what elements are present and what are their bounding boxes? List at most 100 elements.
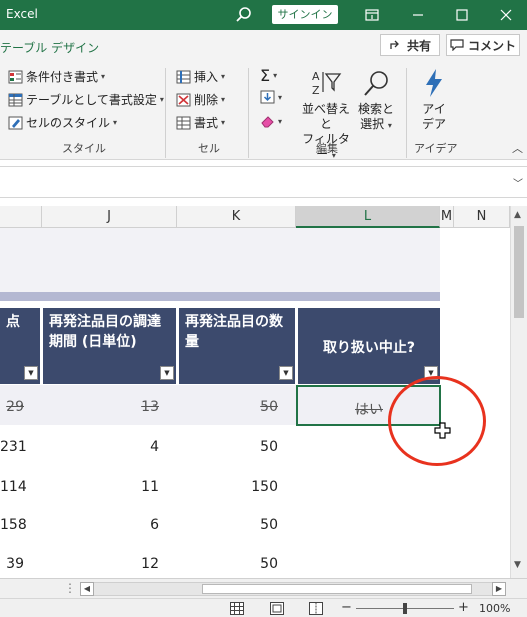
share-label: 共有 — [406, 38, 431, 53]
column-header-j[interactable]: J — [42, 206, 177, 228]
column-header-l[interactable]: L — [296, 206, 440, 228]
app-title: Excel — [6, 7, 38, 21]
table-cell[interactable]: 231 — [0, 439, 27, 455]
lightning-icon — [426, 69, 442, 97]
comment-button[interactable]: コメント — [446, 34, 520, 56]
tab-table-design[interactable]: テーブル デザイン — [0, 39, 99, 56]
ribbon: テーブル デザイン 共有 コメント 条件付き書式 ▾ テーブルとして書式設定 ▾ セ… — [0, 30, 527, 161]
table-cell[interactable]: 114 — [0, 479, 27, 495]
collapse-ribbon-icon[interactable]: ︿ — [512, 140, 523, 156]
page-layout-view-icon[interactable] — [270, 602, 284, 615]
cell-styles-button[interactable]: セルのスタイル ▾ — [8, 114, 117, 131]
column-header-m[interactable]: M — [440, 206, 454, 228]
formula-bar[interactable]: ﹀ — [0, 166, 527, 198]
delete-button[interactable]: 削除 ▾ — [176, 91, 225, 108]
group-separator — [248, 68, 249, 158]
filter-dropdown-icon[interactable]: ▼ — [160, 366, 174, 380]
cells-group-label: セル — [198, 142, 220, 155]
comment-icon — [450, 39, 464, 51]
svg-text:A: A — [312, 70, 320, 83]
filter-dropdown-icon[interactable]: ▼ — [279, 366, 293, 380]
table-cell[interactable]: 50 — [179, 556, 278, 572]
sheet-tab-more-icon[interactable]: ⋮ — [64, 581, 76, 595]
zoom-level[interactable]: 100% — [479, 602, 510, 615]
format-as-table-label: テーブルとして書式設定 — [26, 93, 157, 107]
search-icon[interactable] — [234, 5, 254, 25]
normal-view-icon[interactable] — [230, 602, 244, 615]
zoom-in-icon[interactable]: + — [458, 600, 469, 615]
find-select-label-2: 選択 ▾ — [360, 117, 392, 131]
worksheet-grid[interactable]: 点 ▼ 再発注品目の調達期間 (日単位) ▼ 再発注品目の数量 ▼ 取り扱い中止… — [0, 228, 510, 578]
table-cell[interactable]: 50 — [179, 517, 278, 533]
table-cell[interactable]: 13 — [43, 399, 159, 415]
sort-filter-icon: AZ — [312, 70, 342, 97]
scroll-right-icon[interactable]: ▶ — [492, 582, 506, 596]
signin-button[interactable]: サインイン — [272, 5, 338, 24]
table-cell[interactable]: 12 — [43, 556, 159, 572]
header-text: 取り扱い中止? — [322, 340, 416, 356]
table-cell[interactable]: 11 — [43, 479, 159, 495]
find-select-button[interactable]: 検索と 選択 ▾ — [356, 68, 396, 133]
column-header-i[interactable] — [0, 206, 42, 228]
table-cell[interactable]: 6 — [43, 517, 159, 533]
format-as-table-button[interactable]: テーブルとして書式設定 ▾ — [8, 91, 164, 108]
scroll-left-icon[interactable]: ◀ — [80, 582, 94, 596]
comment-label: コメント — [467, 38, 516, 53]
group-separator — [406, 68, 407, 158]
table-cell[interactable]: 50 — [179, 439, 278, 455]
format-button[interactable]: 書式 ▾ — [176, 114, 225, 131]
header-text: 再発注品目の調達期間 (日単位) — [49, 314, 161, 350]
svg-text:Z: Z — [312, 84, 320, 97]
find-select-label-1: 検索と — [357, 102, 394, 116]
minimize-button[interactable] — [398, 2, 438, 28]
close-button[interactable] — [486, 2, 526, 28]
eraser-icon — [261, 116, 274, 128]
cell-cursor-icon — [434, 422, 451, 439]
expand-formula-bar-icon[interactable]: ﹀ — [513, 175, 523, 190]
autosum-button[interactable]: Σ ▾ — [260, 66, 277, 85]
table-cell[interactable]: 158 — [0, 517, 27, 533]
fill-down-icon — [260, 90, 275, 104]
column-header-n[interactable]: N — [454, 206, 510, 228]
filter-dropdown-icon[interactable]: ▼ — [24, 366, 38, 380]
ideas-button[interactable]: アイ デア — [416, 68, 452, 132]
share-button[interactable]: 共有 — [380, 34, 440, 56]
sort-filter-label-1: 並べ替えと — [301, 102, 350, 131]
insert-cells-icon — [176, 70, 191, 83]
cell-styles-icon — [8, 116, 23, 129]
find-magnifier-icon — [364, 71, 388, 96]
fill-button[interactable]: ▾ — [260, 90, 282, 104]
format-as-table-icon — [8, 93, 23, 106]
vertical-scrollbar[interactable]: ▲ ▼ — [510, 206, 527, 578]
maximize-button[interactable] — [442, 2, 482, 28]
table-cell[interactable]: 29 — [0, 399, 24, 415]
delete-label: 削除 — [194, 93, 219, 107]
vertical-scroll-thumb[interactable] — [514, 226, 524, 318]
ribbon-display-icon[interactable] — [352, 2, 392, 28]
conditional-formatting-icon — [8, 70, 23, 83]
zoom-out-icon[interactable]: − — [341, 600, 352, 615]
zoom-slider-handle[interactable] — [403, 603, 407, 614]
clear-button[interactable]: ▾ — [260, 114, 282, 128]
sigma-icon: Σ — [260, 66, 271, 85]
group-separator — [165, 68, 166, 158]
delete-cells-icon — [176, 93, 191, 106]
table-cell[interactable]: 150 — [179, 479, 278, 495]
conditional-formatting-button[interactable]: 条件付き書式 ▾ — [8, 68, 105, 85]
horizontal-scroll-thumb[interactable] — [202, 584, 472, 594]
scroll-down-icon[interactable]: ▼ — [514, 560, 521, 570]
title-banner — [0, 228, 440, 292]
table-cell[interactable]: 50 — [179, 399, 278, 415]
annotation-circle — [388, 376, 486, 466]
table-cell[interactable]: 39 — [0, 556, 24, 572]
horizontal-scroll-track[interactable] — [94, 582, 492, 596]
table-header-discontinued: 取り扱い中止? ▼ — [298, 308, 440, 384]
page-break-preview-icon[interactable] — [309, 602, 323, 615]
insert-button[interactable]: 挿入 ▾ — [176, 68, 225, 85]
share-icon — [390, 40, 399, 49]
scroll-up-icon[interactable]: ▲ — [514, 210, 521, 220]
table-cell[interactable]: 4 — [43, 439, 159, 455]
column-header-k[interactable]: K — [177, 206, 296, 228]
ideas-label-1: アイ — [422, 102, 446, 116]
table-header-lead-time: 再発注品目の調達期間 (日単位) ▼ — [43, 308, 176, 384]
